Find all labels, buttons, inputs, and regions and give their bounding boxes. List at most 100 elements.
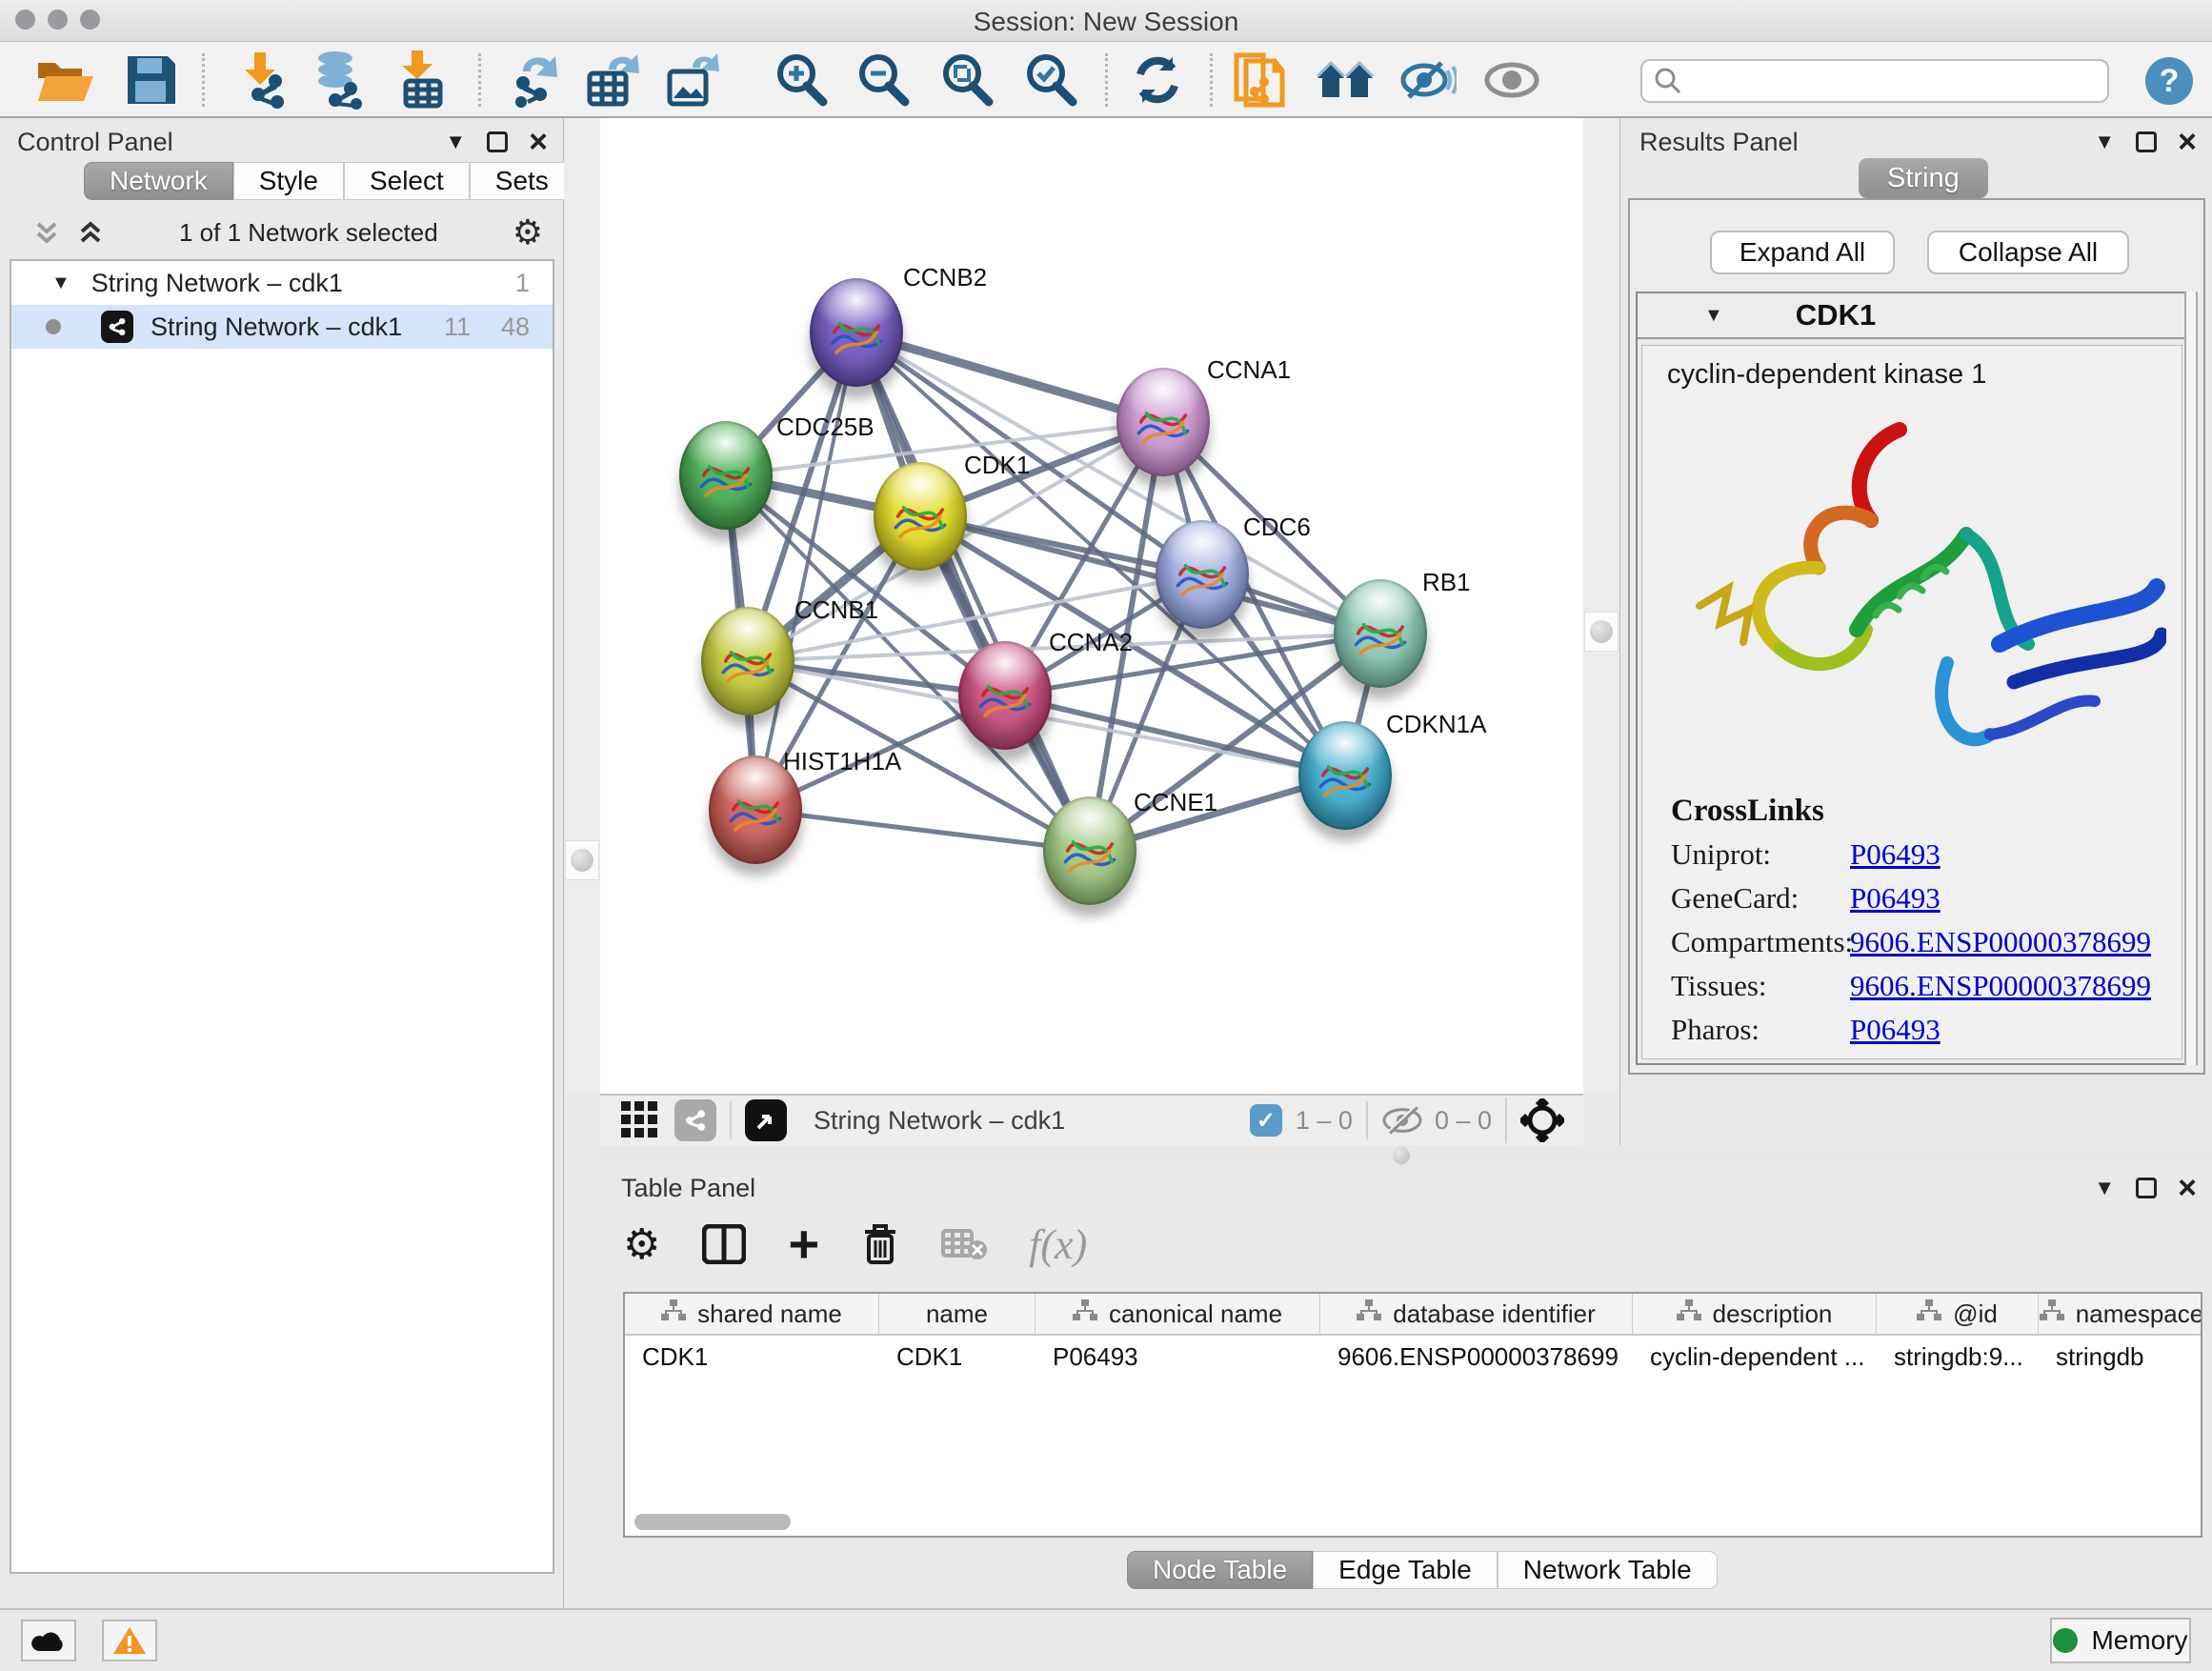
left-splitter[interactable] — [564, 118, 600, 1094]
warnings-button[interactable] — [102, 1620, 157, 1661]
crosslink-link[interactable]: 9606.ENSP00000378699 — [1850, 969, 2151, 1003]
string-import-icon[interactable] — [1225, 50, 1296, 111]
eye-icon[interactable] — [1477, 50, 1547, 111]
table-row[interactable]: CDK1CDK1P064939606.ENSP00000378699cyclin… — [625, 1336, 2201, 1378]
network-share-icon[interactable] — [674, 1099, 716, 1141]
grid-view-icon[interactable] — [621, 1101, 659, 1139]
add-column-icon[interactable]: + — [788, 1225, 819, 1263]
crosslink-link[interactable]: P06493 — [1850, 837, 1941, 872]
section-expander-icon[interactable]: ▼ — [1704, 305, 1723, 327]
help-icon[interactable]: ? — [2145, 57, 2193, 105]
network-node-CDKN1A[interactable] — [1298, 721, 1392, 830]
column-header-database-identifier[interactable]: database identifier — [1320, 1294, 1633, 1334]
tree-network-row[interactable]: String Network – cdk1 11 48 — [11, 305, 553, 349]
table-cell[interactable]: P06493 — [1036, 1336, 1320, 1378]
collapse-panel-icon[interactable]: ▼ — [2094, 130, 2115, 154]
import-table-file-icon[interactable] — [385, 50, 455, 111]
delete-column-trash-icon[interactable] — [861, 1222, 899, 1266]
function-builder-icon[interactable]: f(x) — [1029, 1220, 1087, 1269]
table-settings-gear-icon[interactable]: ⚙ — [623, 1220, 660, 1269]
float-panel-icon[interactable] — [2136, 1178, 2157, 1198]
column-header-shared-name[interactable]: shared name — [625, 1294, 879, 1334]
table-cell[interactable]: CDK1 — [879, 1336, 1036, 1378]
column-header-name[interactable]: name — [879, 1294, 1036, 1334]
hidden-eye-icon[interactable] — [1381, 1104, 1423, 1137]
float-panel-icon[interactable] — [2136, 131, 2157, 152]
column-header-description[interactable]: description — [1633, 1294, 1877, 1334]
table-cell[interactable]: cyclin-dependent ... — [1633, 1336, 1877, 1378]
table-cell[interactable]: stringdb:9... — [1877, 1336, 2039, 1378]
gear-icon[interactable]: ⚙ — [513, 212, 543, 252]
crosslink-link[interactable]: P06493 — [1850, 1013, 1941, 1047]
open-session-icon[interactable] — [30, 50, 101, 111]
tab-sets[interactable]: Sets — [470, 162, 574, 200]
gene-section-header[interactable]: ▼ CDK1 — [1638, 293, 2186, 339]
show-columns-icon[interactable] — [702, 1224, 746, 1264]
export-image-icon[interactable] — [657, 50, 728, 111]
splitter-handle[interactable] — [1584, 612, 1619, 652]
network-node-RB1[interactable] — [1334, 579, 1427, 688]
splitter-handle[interactable] — [1393, 1147, 1410, 1164]
tab-style[interactable]: Style — [233, 162, 344, 200]
zoom-in-icon[interactable] — [766, 50, 836, 111]
right-splitter[interactable] — [1583, 118, 1619, 1094]
column-header-namespace[interactable]: namespace — [2039, 1294, 2202, 1334]
hide-panels-eye-icon[interactable] — [1393, 50, 1463, 111]
tab-network-table[interactable]: Network Table — [1498, 1551, 1718, 1589]
network-node-CDK1[interactable] — [874, 462, 967, 571]
tree-root-row[interactable]: ▼ String Network – cdk1 1 — [11, 261, 553, 305]
network-node-CCNB1[interactable] — [701, 607, 794, 715]
zoom-fit-icon[interactable] — [932, 50, 1002, 111]
save-session-icon[interactable] — [116, 50, 187, 111]
crosslink-link[interactable]: P06493 — [1850, 881, 1941, 916]
collapse-all-button[interactable]: Collapse All — [1927, 231, 2129, 274]
network-canvas[interactable]: CCNB2CCNA1CDC25BCDK1CDC6RB1CCNB1CCNA2CDK… — [600, 118, 1583, 1094]
selected-checkbox-icon[interactable]: ✓ — [1250, 1104, 1282, 1137]
houses-icon[interactable] — [1311, 50, 1381, 111]
table-horizontal-scrollbar[interactable] — [634, 1514, 791, 1530]
tree-expander-icon[interactable]: ▼ — [51, 272, 70, 294]
table-cell[interactable]: CDK1 — [625, 1336, 879, 1378]
table-cell[interactable]: stringdb — [2039, 1336, 2202, 1378]
tab-select[interactable]: Select — [344, 162, 470, 200]
birds-eye-view-icon[interactable] — [745, 1099, 787, 1141]
network-node-CCNA1[interactable] — [1116, 368, 1210, 476]
tab-edge-table[interactable]: Edge Table — [1313, 1551, 1498, 1589]
zoom-selected-icon[interactable] — [1016, 50, 1086, 111]
search-box[interactable] — [1640, 59, 2109, 103]
close-panel-icon[interactable]: × — [2178, 1178, 2197, 1198]
column-header--id[interactable]: @id — [1877, 1294, 2039, 1334]
close-panel-icon[interactable]: × — [529, 131, 548, 152]
collapse-panel-icon[interactable]: ▼ — [2094, 1176, 2115, 1200]
crosslink-link[interactable]: 9606.ENSP00000378699 — [1850, 925, 2151, 959]
collapse-all-icon[interactable] — [32, 218, 61, 247]
collapse-panel-icon[interactable]: ▼ — [445, 130, 466, 154]
export-table-icon[interactable] — [577, 50, 648, 111]
network-node-CCNB2[interactable] — [810, 278, 903, 387]
splitter-handle[interactable] — [565, 840, 599, 880]
network-node-CDC6[interactable] — [1156, 520, 1249, 629]
export-network-icon[interactable] — [499, 50, 570, 111]
refresh-icon[interactable] — [1122, 50, 1193, 111]
expand-all-button[interactable]: Expand All — [1710, 231, 1895, 274]
table-cell[interactable]: 9606.ENSP00000378699 — [1320, 1336, 1633, 1378]
tab-network[interactable]: Network — [84, 162, 233, 200]
memory-button[interactable]: Memory — [2050, 1618, 2191, 1663]
zoom-out-icon[interactable] — [848, 50, 918, 111]
tab-node-table[interactable]: Node Table — [1127, 1551, 1313, 1589]
network-node-CDC25B[interactable] — [679, 421, 773, 530]
network-node-CCNA2[interactable] — [958, 641, 1052, 750]
search-input[interactable] — [1682, 66, 2082, 97]
cloud-button[interactable] — [21, 1620, 76, 1661]
network-node-CCNE1[interactable] — [1043, 796, 1136, 905]
column-header-canonical-name[interactable]: canonical name — [1036, 1294, 1320, 1334]
horizontal-splitter[interactable] — [600, 1145, 2212, 1166]
import-network-file-icon[interactable] — [227, 50, 297, 111]
fit-selected-crosshair-icon[interactable] — [1520, 1098, 1564, 1142]
expand-all-icon[interactable] — [76, 218, 105, 247]
results-scrollbar[interactable] — [2184, 292, 2198, 1065]
float-panel-icon[interactable] — [487, 131, 508, 152]
import-network-database-icon[interactable] — [303, 50, 373, 111]
close-panel-icon[interactable]: × — [2178, 131, 2197, 152]
delete-table-icon[interactable] — [941, 1227, 987, 1261]
